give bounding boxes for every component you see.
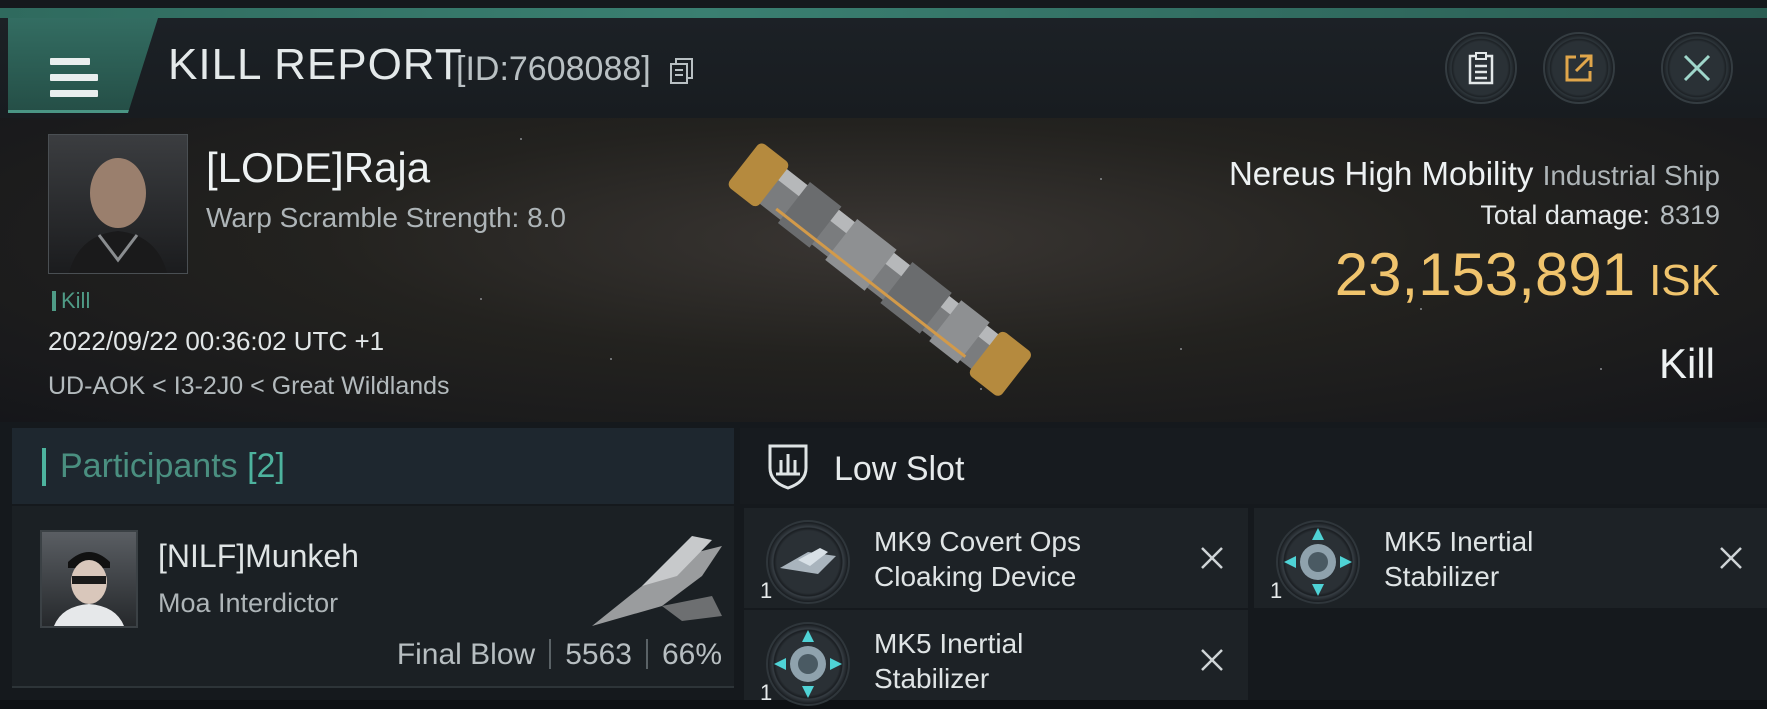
close-icon [1683, 54, 1711, 82]
kill-location[interactable]: UD-AOK < I3-2J0 < Great Wildlands [48, 372, 450, 401]
share-button[interactable] [1543, 32, 1615, 104]
inertial-stabilizer-icon [766, 622, 850, 706]
participant-portrait[interactable] [40, 530, 138, 628]
low-slot-icon [768, 444, 808, 490]
isk-value: 23,153,891 ISK [1334, 241, 1720, 308]
module-name: MK5 Inertial Stabilizer [1384, 526, 1534, 592]
participant-row[interactable]: [NILF]Munkeh Moa Interdictor Final Blow 5… [12, 506, 734, 686]
close-button[interactable] [1661, 32, 1733, 104]
module-item[interactable]: 1 MK9 Covert Ops Cloaking Device [744, 508, 1248, 608]
kill-id: [ID:7608088] [456, 50, 651, 88]
participant-stats: Final Blow 5563 66% [397, 638, 722, 672]
warp-scramble-strength: Warp Scramble Strength: 8.0 [206, 202, 567, 233]
module-name: MK9 Covert Ops Cloaking Device [874, 526, 1081, 592]
kill-report-window: KILL REPORT [ID:7608088] [LODE]Raja Warp… [0, 0, 1767, 706]
participant-damage: 5563 [565, 638, 632, 671]
participant-percent: 66% [661, 638, 722, 671]
copy-icon[interactable] [670, 58, 694, 84]
participant-name[interactable]: [NILF]Munkeh [158, 538, 359, 575]
inertial-stabilizer-icon [1276, 520, 1360, 604]
cloaking-device-icon [766, 520, 850, 604]
total-damage: Total damage: 8319 [1480, 200, 1720, 230]
participants-divider [12, 686, 734, 688]
module-name: MK5 Inertial Stabilizer [874, 628, 1024, 694]
victim-ship[interactable]: Nereus High Mobility Industrial Ship [1229, 155, 1720, 193]
module-item[interactable]: 1 MK5 Inertial Stabilizer [744, 610, 1248, 706]
share-icon [1565, 54, 1593, 82]
clipboard-icon [1468, 52, 1494, 85]
low-slot-header[interactable]: Low Slot [740, 428, 1767, 504]
module-item[interactable]: 1 MK5 Inertial Stabilizer [1254, 508, 1767, 608]
ship-image [728, 143, 1031, 396]
close-icon[interactable] [1198, 544, 1226, 572]
module-quantity: 1 [760, 578, 773, 603]
close-icon[interactable] [1198, 646, 1226, 674]
module-quantity: 1 [1270, 578, 1283, 603]
hamburger-icon [50, 58, 98, 98]
victim-portrait[interactable] [48, 134, 188, 274]
window-accent-line [0, 8, 1767, 18]
victim-name[interactable]: [LODE]Raja [206, 144, 430, 192]
close-icon[interactable] [1717, 544, 1745, 572]
participants-header[interactable]: Participants [2] [12, 428, 734, 504]
kill-result: Kill [1658, 340, 1715, 387]
low-slot-title: Low Slot [834, 450, 965, 488]
module-quantity: 1 [760, 680, 773, 705]
participant-ship[interactable]: Moa Interdictor [158, 588, 338, 619]
kill-tag: Kill [52, 288, 90, 314]
window-title: KILL REPORT [168, 40, 463, 89]
kill-datetime: 2022/09/22 00:36:02 UTC +1 [48, 326, 385, 356]
participant-ship-image [592, 536, 722, 626]
participant-role: Final Blow [396, 638, 536, 671]
participants-title: Participants [2] [60, 447, 285, 485]
clipboard-button[interactable] [1445, 32, 1517, 104]
